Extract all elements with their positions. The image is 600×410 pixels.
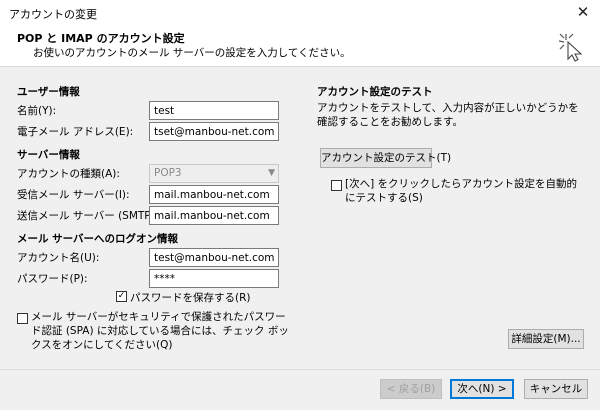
account-type-value: POP3 (154, 167, 182, 179)
name-input[interactable] (149, 101, 279, 120)
save-password-label: パスワードを保存する(R) (130, 292, 251, 304)
checkmark-icon: ✓ (117, 291, 126, 301)
header-subtitle: お使いのアカウントのメール サーバーの設定を入力してください。 (33, 47, 351, 59)
email-input[interactable] (149, 122, 279, 141)
incoming-server-label: 受信メール サーバー(I): (17, 189, 130, 201)
footer-divider (0, 369, 600, 370)
account-name-label: アカウント名(U): (17, 252, 100, 264)
spa-label: メール サーバーがセキュリティで保護されたパスワード認証 (SPA) に対応して… (31, 311, 289, 351)
logon-info-heading: メール サーバーへのログオン情報 (17, 233, 179, 245)
account-type-select[interactable]: POP3 ▼ (149, 164, 279, 183)
more-settings-button[interactable]: 詳細設定(M)... (508, 329, 584, 349)
save-password-checkbox[interactable]: ✓ (116, 291, 127, 302)
auto-test-label: [次へ] をクリックしたらアカウント設定を自動的にテストする(S) (345, 178, 578, 204)
header-title: POP と IMAP のアカウント設定 (17, 32, 185, 45)
next-button[interactable]: 次へ(N) > (450, 379, 514, 399)
password-input[interactable] (149, 269, 279, 288)
name-label: 名前(Y): (17, 105, 57, 117)
account-type-label: アカウントの種類(A): (17, 168, 120, 180)
outgoing-server-input[interactable] (149, 206, 279, 225)
user-info-heading: ユーザー情報 (17, 86, 80, 98)
close-icon: ✕ (576, 3, 590, 21)
password-label: パスワード(P): (17, 273, 88, 285)
chevron-down-icon: ▼ (268, 168, 275, 178)
email-label: 電子メール アドレス(E): (17, 126, 134, 138)
account-name-input[interactable] (149, 248, 279, 267)
cancel-button[interactable]: キャンセル (524, 379, 588, 399)
close-button[interactable]: ✕ (570, 2, 596, 22)
test-description: アカウントをテストして、入力内容が正しいかどうかを確認することをお勧めします。 (317, 102, 579, 128)
incoming-server-input[interactable] (149, 185, 279, 204)
window-title: アカウントの変更 (9, 8, 97, 21)
server-info-heading: サーバー情報 (17, 149, 80, 161)
back-button[interactable]: < 戻る(B) (380, 379, 442, 399)
auto-test-checkbox[interactable] (331, 180, 342, 191)
test-account-button[interactable]: アカウント設定のテスト(T) (320, 148, 451, 168)
test-settings-heading: アカウント設定のテスト (317, 86, 433, 98)
cursor-sparkle-icon (558, 33, 583, 62)
spa-checkbox[interactable] (17, 313, 28, 324)
